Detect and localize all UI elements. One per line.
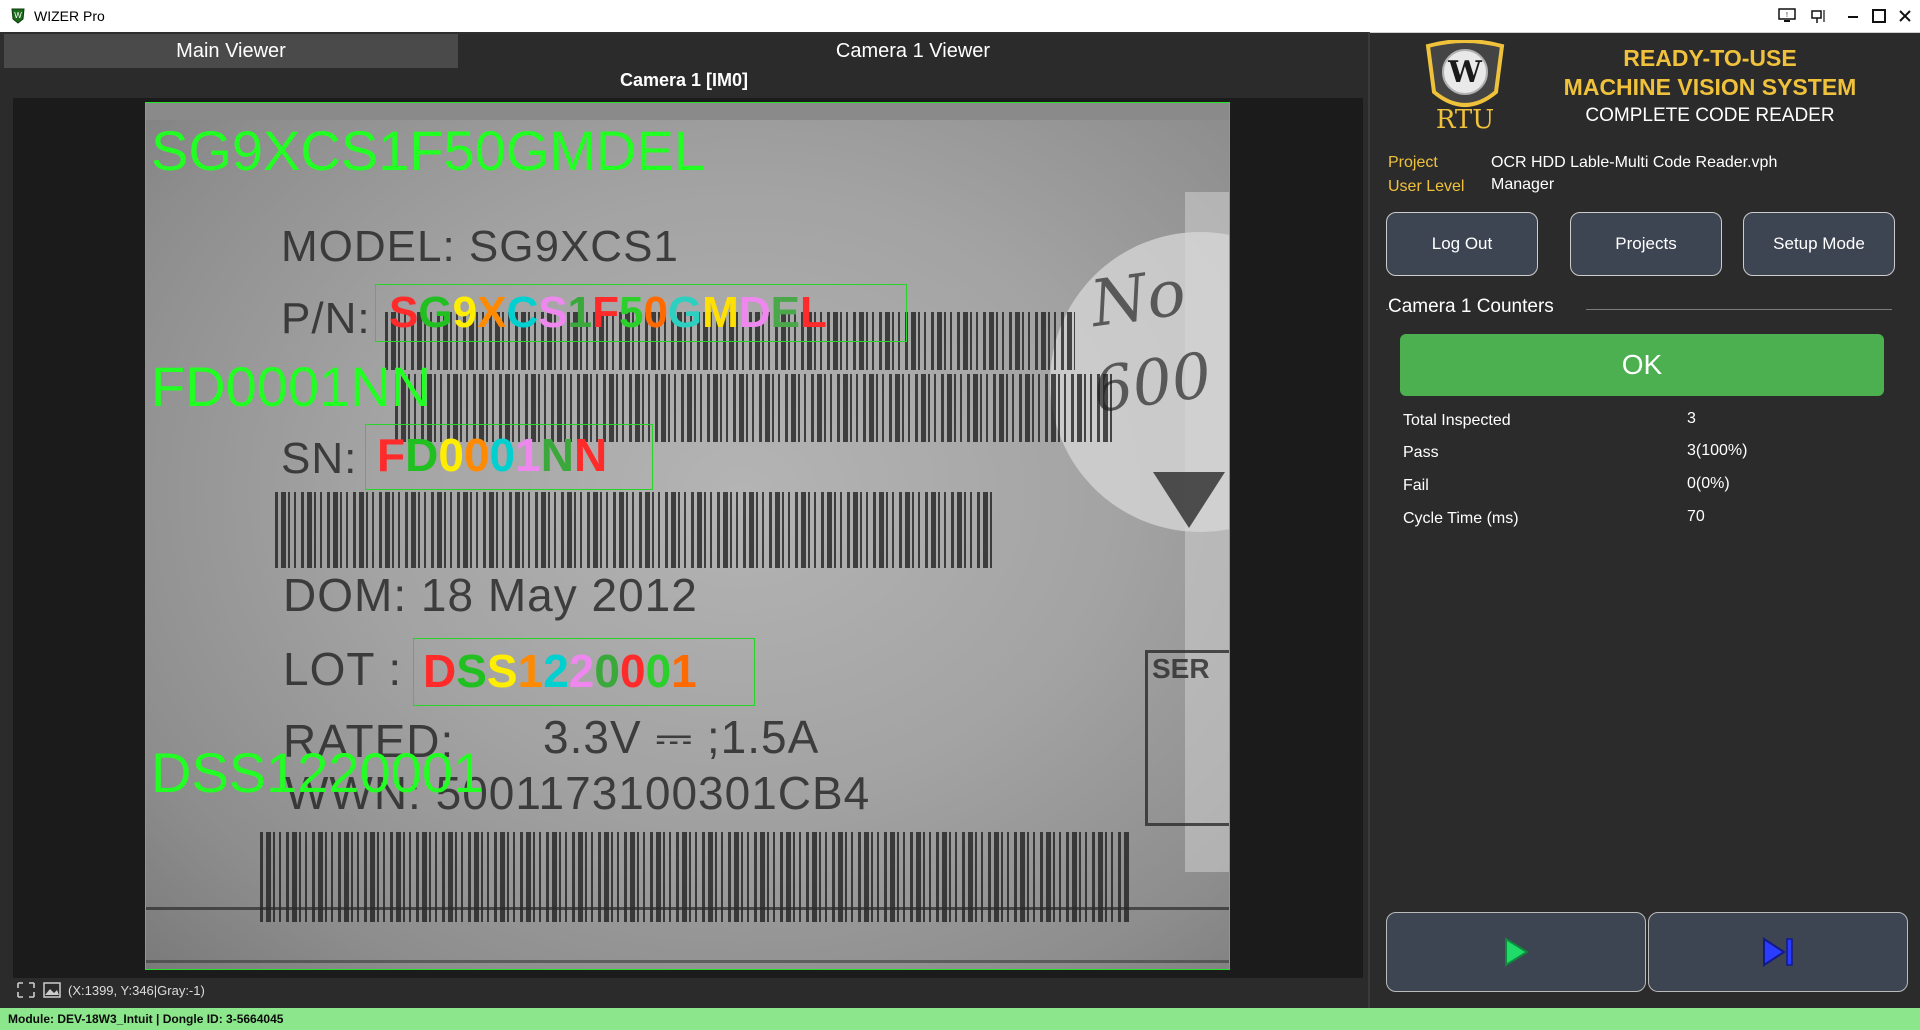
coordinate-readout: (X:1399, Y:346|Gray:-1) <box>68 982 205 998</box>
log-out-button[interactable]: Log Out <box>1386 212 1538 276</box>
svg-text:W: W <box>1447 55 1483 90</box>
ocr-char: 9 <box>452 288 478 337</box>
app-logo-icon: W <box>11 8 25 24</box>
projects-button[interactable]: Projects <box>1570 212 1722 276</box>
maximize-icon[interactable] <box>1866 4 1892 28</box>
ocr-char: 1 <box>517 645 544 697</box>
ocr-char: 0 <box>594 645 620 697</box>
ocr-char: 0 <box>489 429 516 481</box>
ocr-char: 0 <box>438 429 464 481</box>
counter-value: 3 <box>1687 410 1696 427</box>
monitor-icon[interactable]: ! <box>1774 4 1800 28</box>
ocr-result-sn: FD0001NN <box>151 355 432 418</box>
tab-camera-1-viewer[interactable]: Camera 1 Viewer <box>458 34 1368 68</box>
ocr-char: S <box>538 288 568 337</box>
user-level-value: Manager <box>1491 176 1555 193</box>
image-viewer[interactable]: No 600 SER MODEL: SG9XCS1 P/N: SN: DOM: … <box>13 98 1363 978</box>
brand-line-3: COMPLETE CODE READER <box>1585 105 1835 126</box>
svg-text:W: W <box>14 11 22 20</box>
ocr-char: N <box>540 429 574 481</box>
viewer-tabs: Main Viewer Camera 1 Viewer <box>0 32 1368 68</box>
ocr-char: D <box>405 429 439 481</box>
ocr-result-lot: DSS1220001 <box>151 741 485 804</box>
ocr-chars-pn: SG9XCS1F50GMDEL <box>389 288 827 338</box>
ocr-char: 2 <box>543 645 569 697</box>
ocr-char: S <box>389 288 419 337</box>
counter-value: 70 <box>1687 508 1705 525</box>
brand-logo: W RTU <box>1425 40 1505 132</box>
ocr-char: N <box>573 429 608 481</box>
ocr-char: F <box>377 429 406 481</box>
close-icon[interactable] <box>1892 4 1918 28</box>
counter-label: Cycle Time (ms) <box>1403 510 1519 527</box>
title-bar: W WIZER Pro ! <box>0 0 1920 33</box>
play-icon <box>1505 937 1529 967</box>
inspection-status-banner: OK <box>1400 334 1884 396</box>
ocr-chars-sn: FD0001NN <box>377 428 607 482</box>
ocr-char: 2 <box>568 645 595 697</box>
window-title: WIZER Pro <box>34 8 105 24</box>
ocr-char: D <box>738 288 771 337</box>
counter-value: 3(100%) <box>1687 442 1748 459</box>
ocr-char: 0 <box>463 429 490 481</box>
brand-line-1: READY-TO-USE <box>1623 45 1797 71</box>
ocr-char: M <box>702 288 739 337</box>
counters-rule <box>1586 309 1892 310</box>
ocr-char: L <box>799 288 827 337</box>
ocr-char: 0 <box>645 645 672 697</box>
ocr-char: 1 <box>515 429 541 481</box>
run-button[interactable] <box>1386 912 1646 992</box>
tab-main-viewer[interactable]: Main Viewer <box>4 34 458 68</box>
ocr-char: X <box>477 288 507 337</box>
ocr-char: F <box>592 288 619 337</box>
minimize-icon[interactable] <box>1840 4 1866 28</box>
ocr-char: 0 <box>619 645 646 697</box>
counter-label: Fail <box>1403 477 1429 494</box>
image-icon[interactable] <box>42 981 62 999</box>
viewer-title: Camera 1 [IM0] <box>619 70 749 90</box>
ocr-char: C <box>506 288 539 337</box>
ocr-char: E <box>770 288 800 337</box>
fit-view-icon[interactable] <box>16 981 36 999</box>
ocr-chars-lot: DSS1220001 <box>423 644 697 698</box>
counter-value: 0(0%) <box>1687 475 1730 492</box>
counters-title: Camera 1 Counters <box>1388 296 1554 317</box>
single-step-button[interactable] <box>1648 912 1908 992</box>
project-label: Project <box>1388 154 1438 171</box>
ocr-char: 0 <box>643 288 668 337</box>
counter-label: Total Inspected <box>1403 412 1511 429</box>
ocr-char: 1 <box>567 288 593 337</box>
panel-separator <box>1368 32 1370 1008</box>
coordinate-bar: (X:1399, Y:346|Gray:-1) <box>16 980 205 1000</box>
ocr-char: G <box>667 288 703 337</box>
status-bar: Module: DEV-18W3_Intuit | Dongle ID: 3-5… <box>0 1008 1920 1030</box>
ocr-char: 5 <box>618 288 644 337</box>
counter-label: Pass <box>1403 444 1439 461</box>
ocr-char: S <box>486 645 518 697</box>
ocr-char: S <box>456 645 487 697</box>
project-value: OCR HDD Lable-Multi Code Reader.vph <box>1491 154 1778 171</box>
ocr-char: 1 <box>671 645 697 697</box>
user-level-label: User Level <box>1388 178 1465 195</box>
ocr-char: D <box>423 645 457 697</box>
pin-icon[interactable] <box>1804 4 1830 28</box>
brand-line-2: MACHINE VISION SYSTEM <box>1563 74 1857 100</box>
ocr-result-pn: SG9XCS1F50GMDEL <box>151 119 705 182</box>
svg-text:!: ! <box>1786 12 1788 19</box>
step-forward-icon <box>1763 937 1793 967</box>
image-roi-frame <box>145 102 1230 970</box>
setup-mode-button[interactable]: Setup Mode <box>1743 212 1895 276</box>
brand-text: READY-TO-USE MACHINE VISION SYSTEM COMPL… <box>1530 44 1890 130</box>
ocr-char: G <box>418 288 453 337</box>
svg-text:RTU: RTU <box>1436 105 1494 132</box>
